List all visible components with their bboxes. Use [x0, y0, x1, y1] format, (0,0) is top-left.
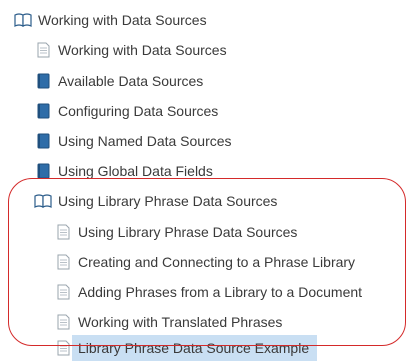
tree-item-available-data-sources[interactable]: Available Data Sources — [0, 68, 411, 94]
tree-item-label: Available Data Sources — [58, 73, 204, 89]
tree-child-creating-and-connecting[interactable]: Creating and Connecting to a Phrase Libr… — [0, 249, 411, 275]
tree-item-label: Using Global Data Fields — [58, 163, 213, 179]
tree-child-adding-phrases[interactable]: Adding Phrases from a Library to a Docum… — [0, 279, 411, 305]
tree-item-working-with-data-sources[interactable]: Working with Data Sources — [0, 37, 411, 63]
open-book-icon — [34, 194, 52, 208]
tree-node-label: Working with Data Sources — [38, 12, 207, 28]
tree-child-library-phrase-data-source-example[interactable]: Library Phrase Data Source Example — [0, 335, 411, 361]
page-icon — [57, 314, 70, 330]
tree-item-label: Adding Phrases from a Library to a Docum… — [78, 284, 363, 300]
tree-item-label: Creating and Connecting to a Phrase Libr… — [78, 254, 356, 270]
tree-child-using-library-phrase-data-sources[interactable]: Using Library Phrase Data Sources — [0, 219, 411, 245]
page-icon — [37, 42, 50, 58]
tree-item-using-named-data-sources[interactable]: Using Named Data Sources — [0, 128, 411, 154]
tree-item-using-global-data-fields[interactable]: Using Global Data Fields — [0, 158, 411, 184]
tree-node-label: Using Library Phrase Data Sources — [58, 193, 278, 209]
closed-book-icon — [37, 73, 50, 89]
open-book-icon — [14, 13, 32, 27]
tree-item-label: Using Named Data Sources — [58, 133, 232, 149]
closed-book-icon — [37, 103, 50, 119]
page-icon — [57, 284, 70, 300]
tree-item-configuring-data-sources[interactable]: Configuring Data Sources — [0, 98, 411, 124]
tree-item-label: Using Library Phrase Data Sources — [78, 224, 298, 240]
page-icon — [57, 340, 70, 356]
tree-item-label: Working with Translated Phrases — [78, 314, 283, 330]
tree-node-using-library-phrase-data-sources[interactable]: Using Library Phrase Data Sources — [0, 188, 411, 214]
page-icon — [57, 224, 70, 240]
tree-child-working-with-translated-phrases[interactable]: Working with Translated Phrases — [0, 309, 411, 335]
closed-book-icon — [37, 163, 50, 179]
tree-item-label: Configuring Data Sources — [58, 103, 219, 119]
closed-book-icon — [37, 133, 50, 149]
tree-item-label: Working with Data Sources — [58, 42, 227, 58]
tree-node-working-with-data-sources[interactable]: Working with Data Sources — [0, 7, 411, 33]
page-icon — [57, 254, 70, 270]
tree-item-label: Library Phrase Data Source Example — [72, 335, 318, 361]
